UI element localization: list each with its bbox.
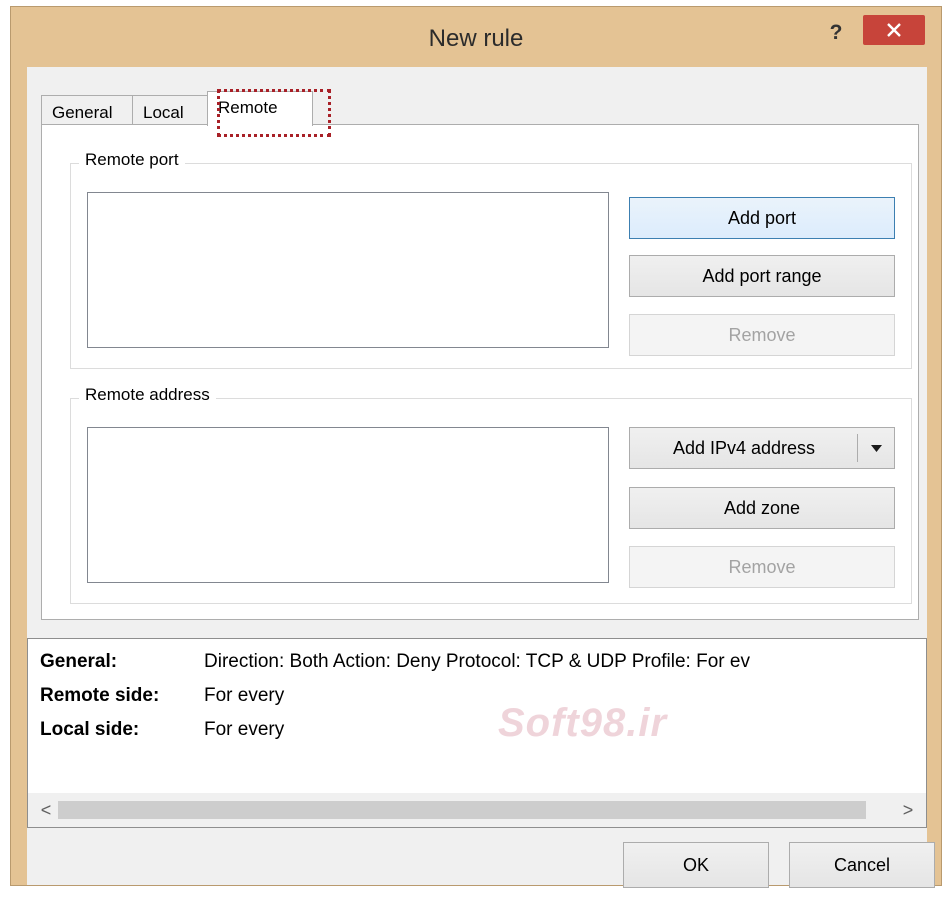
remote-address-group: Remote address Add IPv4 address Add zone… (70, 385, 912, 604)
remove-address-button[interactable]: Remove (629, 546, 895, 588)
summary-remote-key: Remote side: (40, 685, 160, 706)
scroll-left-icon[interactable]: < (32, 797, 60, 823)
title-bar[interactable]: New rule ? (11, 7, 941, 69)
remote-port-group-label: Remote port (79, 150, 185, 170)
tab-remote[interactable]: Remote (207, 91, 313, 126)
watermark: Soft98.ir (498, 701, 668, 745)
address-type-dropdown[interactable] (858, 428, 894, 468)
tab-general[interactable]: General (41, 95, 133, 125)
scroll-right-icon[interactable]: > (894, 797, 922, 823)
dialog-title: New rule (428, 25, 524, 52)
rule-summary-panel: General: Direction: Both Action: Deny Pr… (27, 638, 927, 828)
dropdown-arrow-icon (871, 445, 882, 452)
remove-port-button[interactable]: Remove (629, 314, 895, 356)
new-rule-dialog: New rule ? General Local Remote Remote p… (10, 6, 942, 888)
add-ipv4-address-button[interactable]: Add IPv4 address (630, 428, 858, 468)
remote-tab-page: Remote port Add port Add port range Remo… (41, 124, 919, 620)
close-button[interactable] (863, 15, 925, 45)
add-zone-button[interactable]: Add zone (629, 487, 895, 529)
add-ipv4-address-split-button[interactable]: Add IPv4 address (629, 427, 895, 469)
summary-remote-value: For every (204, 685, 285, 706)
cancel-button[interactable]: Cancel (789, 842, 935, 888)
remote-port-list[interactable] (87, 192, 609, 348)
add-port-button[interactable]: Add port (629, 197, 895, 239)
dialog-client-area: General Local Remote Remote port Add por… (27, 67, 935, 888)
remote-address-group-label: Remote address (79, 385, 216, 405)
summary-general-key: General: (40, 651, 118, 672)
add-port-range-button[interactable]: Add port range (629, 255, 895, 297)
remote-port-group: Remote port Add port Add port range Remo… (70, 150, 912, 369)
remote-address-list[interactable] (87, 427, 609, 583)
close-icon (887, 23, 901, 37)
summary-general-value: Direction: Both Action: Deny Protocol: T… (204, 651, 750, 672)
summary-local-key: Local side: (40, 719, 140, 740)
summary-local-value: For every (204, 719, 285, 740)
tab-local[interactable]: Local (132, 95, 208, 125)
ok-button[interactable]: OK (623, 842, 769, 888)
scroll-thumb[interactable] (58, 801, 866, 819)
horizontal-scrollbar[interactable]: < > (28, 793, 926, 827)
help-button[interactable]: ? (825, 19, 847, 47)
